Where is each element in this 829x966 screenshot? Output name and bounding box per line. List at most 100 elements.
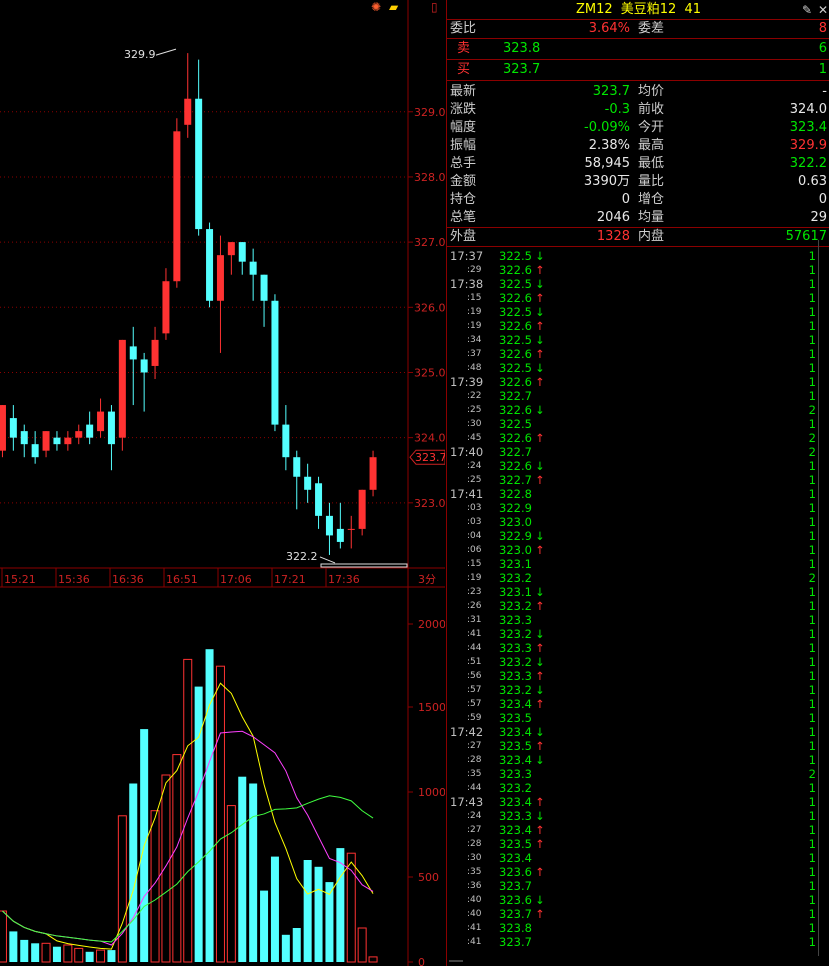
candle-body <box>184 98 192 125</box>
sell-price: 323.8 <box>503 41 541 56</box>
tick-row: :40 323.7 ↑ 1 <box>447 907 829 921</box>
candle-body <box>227 242 235 256</box>
tick-time: :04 <box>467 531 482 541</box>
tick-row: 17:39 322.6 ↑ 1 <box>447 375 829 389</box>
tick-row: :41 323.2 ↓ 1 <box>447 627 829 641</box>
kline-chart[interactable]: 329.0 328.0 327.0 326.0 325.0 324.0 323.0 329.9… <box>0 0 445 966</box>
tick-volume: 1 <box>808 543 816 557</box>
tick-time: 17:38 <box>450 277 484 291</box>
tick-volume: 1 <box>808 417 816 431</box>
tick-price: 323.4 <box>499 851 532 865</box>
chart-area[interactable]: 329.0 328.0 327.0 326.0 325.0 324.0 323.0 329.9… <box>0 0 445 966</box>
quote-label: 今开 <box>638 120 665 135</box>
tick-row: :27 323.5 ↑ 1 <box>447 739 829 753</box>
quote-value: 322.2 <box>789 156 827 171</box>
buy-label: 买 <box>457 62 471 77</box>
quote-value: 0.63 <box>798 174 827 189</box>
candle-body <box>282 424 290 458</box>
tick-price: 322.6 <box>499 403 532 417</box>
buy-row[interactable]: 买 323.7 1 <box>447 60 829 81</box>
candle-body <box>0 405 6 451</box>
menu-icon[interactable]: ▯ <box>431 0 438 14</box>
tick-list[interactable]: 17:37 322.5 ↓ 1:29 322.6 ↑ 1 17:38 322.5 ↓ 1:15 322… <box>447 247 829 949</box>
tick-row: :04 322.9 ↓ 1 <box>447 529 829 543</box>
tick-scrollbar[interactable] <box>818 240 829 956</box>
tick-row: :03 323.0 1 <box>447 515 829 529</box>
tick-price: 323.3 <box>499 641 532 655</box>
tick-row: 17:41 322.8 1 <box>447 487 829 501</box>
tick-time: :41 <box>467 923 482 933</box>
tick-row: 17:43 323.4 ↑ 1 <box>447 795 829 809</box>
tick-volume: 1 <box>808 739 816 753</box>
tick-price: 322.6 <box>499 291 532 305</box>
tick-time: 17:40 <box>450 445 484 459</box>
candle-body <box>42 431 50 451</box>
tick-direction: ↓ <box>535 403 545 417</box>
tick-price: 323.7 <box>499 907 532 921</box>
volume-tick-label: 1500 <box>418 701 445 714</box>
tick-volume: 1 <box>808 879 816 893</box>
tick-row: :24 322.6 ↓ 1 <box>447 459 829 473</box>
tick-volume: 1 <box>808 613 816 627</box>
volume-bar <box>346 852 356 963</box>
quote-value: 323.7 <box>592 84 630 99</box>
bottom-tabs[interactable] <box>449 954 465 966</box>
tick-volume: 1 <box>808 683 816 697</box>
volume-bar <box>226 805 236 963</box>
tick-direction: ↑ <box>535 347 545 361</box>
tick-row: :22 322.7 1 <box>447 389 829 403</box>
tick-volume: 1 <box>808 781 816 795</box>
tick-volume: 1 <box>808 627 816 641</box>
tick-time: 17:42 <box>450 725 484 739</box>
tick-price: 322.6 <box>499 319 532 333</box>
tick-volume: 1 <box>808 823 816 837</box>
volume-bar <box>52 946 61 962</box>
high-pointer <box>155 48 177 56</box>
volume-bar <box>9 931 18 962</box>
tick-direction: ↑ <box>535 669 545 683</box>
tick-row: :19 322.5 ↓ 1 <box>447 305 829 319</box>
tick-price: 322.6 <box>499 263 532 277</box>
tick-price: 323.0 <box>499 515 532 529</box>
tick-direction: ↓ <box>535 809 545 823</box>
tick-volume: 1 <box>808 711 816 725</box>
settings-icon[interactable]: ✺ <box>371 0 381 14</box>
tick-time: :31 <box>467 615 482 625</box>
tick-row: :35 323.6 ↑ 1 <box>447 865 829 879</box>
tab-blank[interactable] <box>449 960 463 962</box>
quote-row: 幅度 -0.09% 今开 323.4 <box>447 119 829 137</box>
tick-price: 323.1 <box>499 585 532 599</box>
tick-row: :03 322.9 1 <box>447 501 829 515</box>
quote-label: 均量 <box>638 210 665 225</box>
tick-time: :24 <box>467 811 482 821</box>
quote-label: 总手 <box>450 156 477 171</box>
quote-row: 总手 58,945 最低 322.2 <box>447 155 829 173</box>
quote-value: 329.9 <box>789 138 827 153</box>
tick-time: :15 <box>467 559 482 569</box>
quote-label: 增仓 <box>638 192 665 207</box>
quote-value: 3390万 <box>583 174 630 189</box>
chart-toolbar: ✺ ▰ ▯ <box>368 0 445 16</box>
volume-tick-label: 500 <box>418 871 439 884</box>
tick-row: :37 322.6 ↑ 1 <box>447 347 829 361</box>
quote-label: 持仓 <box>450 192 477 207</box>
volume-bar <box>249 783 258 962</box>
close-icon[interactable]: ✕ <box>818 1 828 20</box>
gold-icon[interactable]: ▰ <box>389 0 398 14</box>
tick-time: :25 <box>467 475 482 485</box>
tick-direction: ↑ <box>535 837 545 851</box>
candle-body <box>260 274 268 301</box>
tick-row: :57 323.2 ↓ 1 <box>447 683 829 697</box>
quote-panel: ZM12 美豆粕12 41 ✎ ✕ 委比 3.64% 委差 8 卖 323.8 … <box>446 0 829 966</box>
tick-volume: 1 <box>808 655 816 669</box>
tick-time: :22 <box>467 391 482 401</box>
time-label: 17:36 <box>328 573 360 586</box>
sell-row[interactable]: 卖 323.8 6 <box>447 39 829 60</box>
tick-row: :28 323.4 ↓ 1 <box>447 753 829 767</box>
tick-price: 323.7 <box>499 935 532 949</box>
tick-price: 323.2 <box>499 683 532 697</box>
pin-icon[interactable]: ✎ <box>802 1 812 20</box>
tick-direction: ↓ <box>535 683 545 697</box>
volume-bar <box>238 776 247 962</box>
candle-body <box>9 418 17 438</box>
